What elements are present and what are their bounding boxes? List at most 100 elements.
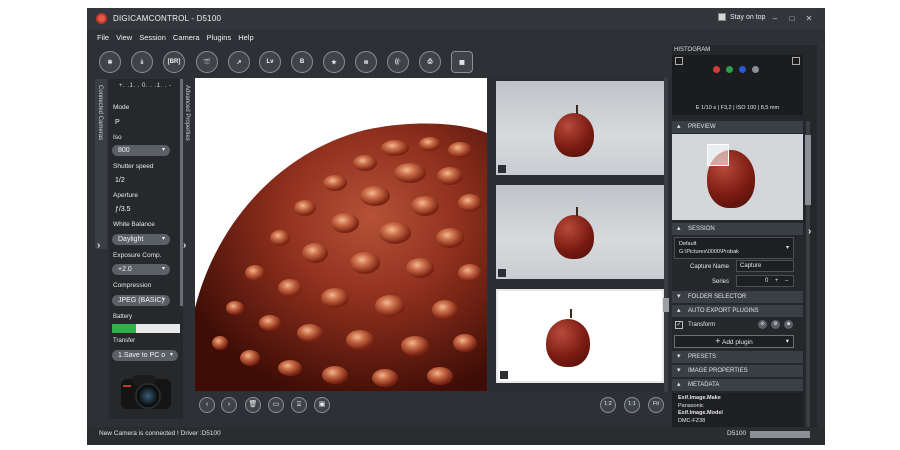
main-image-viewer[interactable] [195, 78, 487, 391]
print-button[interactable]: ⎙ [419, 51, 441, 73]
expand-left-chevron-icon[interactable]: › [97, 240, 100, 251]
status-bar: New Camera is connected ! Driver :D5100 … [87, 427, 825, 445]
bulb-button[interactable]: B [291, 51, 313, 73]
thumbnail-1-checkbox[interactable] [498, 165, 506, 173]
compression-label: Compression [113, 282, 152, 289]
transform-checkbox[interactable]: ✓ [675, 321, 683, 329]
transform-settings-icon[interactable]: ⚙ [771, 320, 780, 329]
stamp-icon[interactable]: ⍓ [291, 397, 307, 413]
bracketing-button[interactable]: [BR] [163, 51, 185, 73]
menu-bar: File View Session Camera Plugins Help [97, 33, 254, 43]
download-button[interactable]: ⤓ [131, 51, 153, 73]
histogram-green-icon[interactable] [726, 66, 733, 73]
image-properties-header[interactable]: IMAGE PROPERTIES [672, 365, 803, 377]
thumbnail-3-checkbox[interactable] [500, 371, 508, 379]
wireless-button[interactable]: ((· [387, 51, 409, 73]
menu-file[interactable]: File [97, 33, 109, 43]
collapse-right-chevron-icon[interactable]: › [808, 226, 811, 237]
histogram-red-icon[interactable] [713, 66, 720, 73]
stay-on-top-checkbox[interactable] [718, 13, 726, 21]
session-dropdown-icon: ▾ [785, 245, 789, 251]
iso-select[interactable]: 800 [112, 145, 170, 156]
compression-select[interactable]: JPEG (BASIC) [112, 295, 170, 306]
favorite-button[interactable]: ★ [323, 51, 345, 73]
thumbnail-scrollbar[interactable] [664, 78, 668, 392]
apple-photo [195, 123, 487, 391]
session-section-header[interactable]: SESSION [672, 223, 803, 235]
liveview-button[interactable]: Lv [259, 51, 281, 73]
layers-button[interactable]: ≋ [355, 51, 377, 73]
histogram-blue-icon[interactable] [739, 66, 746, 73]
series-plus-icon[interactable]: + [775, 276, 779, 286]
minimize-button[interactable]: – [769, 13, 781, 24]
white-balance-select[interactable]: Daylight [112, 234, 170, 245]
menu-camera[interactable]: Camera [173, 33, 200, 43]
movie-button[interactable]: 🎬 [196, 51, 218, 73]
zoom-one-button[interactable]: 1:1 [624, 397, 640, 413]
metadata-header[interactable]: METADATA [672, 379, 803, 391]
right-panel-scroll-thumb[interactable] [805, 135, 811, 205]
add-plugin-dropdown-icon: ▾ [785, 338, 789, 345]
mode-value[interactable]: P [115, 119, 120, 126]
battery-label: Battery [113, 314, 133, 320]
qr-button[interactable]: ▦ [451, 51, 473, 73]
presets-header[interactable]: PRESETS [672, 351, 803, 363]
series-value: 0 [765, 278, 769, 284]
transfer-label: Transfer [113, 338, 136, 344]
preview-section-header[interactable]: PREVIEW [672, 121, 803, 133]
connected-cameras-tab[interactable]: Connected Cameras [95, 79, 107, 249]
preview-zoom-rect[interactable] [707, 144, 729, 166]
transfer-select[interactable]: 1.Save to PC o [112, 350, 178, 361]
folder-selector-header[interactable]: FOLDER SELECTOR [672, 291, 803, 303]
shutter-speed-label: Shutter speed [113, 163, 154, 170]
shutter-speed-value[interactable]: 1/2 [115, 177, 125, 184]
series-minus-icon[interactable]: – [785, 276, 788, 286]
series-stepper[interactable]: 0 + – [736, 275, 794, 287]
next-image-button[interactable]: › [221, 397, 237, 413]
menu-session[interactable]: Session [139, 33, 166, 43]
menu-plugins[interactable]: Plugins [207, 33, 232, 43]
transform-stop-icon[interactable]: ■ [784, 320, 793, 329]
add-plugin-button[interactable]: + Add plugin ▾ [674, 335, 794, 348]
capture-button[interactable]: ✻ [99, 51, 121, 73]
menu-view[interactable]: View [116, 33, 132, 43]
histogram-options-checkbox[interactable] [792, 57, 800, 65]
capture-name-input[interactable]: Capture [736, 260, 794, 272]
app-window: DIGICAMCONTROL - D5100 Stay on top – □ ✕… [87, 8, 825, 445]
battery-bar [112, 324, 180, 333]
maximize-button[interactable]: □ [786, 13, 798, 24]
battery-level-fill [112, 324, 136, 333]
auto-export-header[interactable]: AUTO EXPORT PLUGINS [672, 305, 803, 317]
stay-on-top-toggle[interactable]: Stay on top [718, 13, 765, 21]
image-gallery-icon[interactable]: ▣ [314, 397, 330, 413]
camera-image [121, 371, 171, 413]
edit-button[interactable]: ↗ [228, 51, 250, 73]
white-balance-label: White Balance [113, 221, 155, 228]
zoom-half-button[interactable]: 1:2 [600, 397, 616, 413]
thumbnail-3-selected[interactable] [496, 289, 664, 383]
delete-image-icon[interactable]: 🗑 [245, 397, 261, 413]
advanced-properties-tab[interactable]: Advanced Properties [183, 79, 193, 389]
thumbnail-2[interactable] [496, 185, 664, 279]
menu-help[interactable]: Help [238, 33, 253, 43]
previous-image-button[interactable]: ‹ [199, 397, 215, 413]
close-button[interactable]: ✕ [803, 13, 815, 24]
expand-advanced-chevron-icon[interactable]: › [183, 240, 186, 251]
thumbnail-2-checkbox[interactable] [498, 269, 506, 277]
aperture-value[interactable]: ƒ/3.5 [115, 206, 131, 213]
series-label: Series [712, 279, 730, 285]
viewer-toolbar: ‹ › 🗑 ▭ ⍓ ▣ 1:2 1:1 Fit [195, 395, 671, 417]
thumbnail-1[interactable] [496, 81, 664, 175]
session-select[interactable]: Default G:\Pictures\0000\Probak ▾ [674, 237, 794, 259]
exposure-comp-select[interactable]: +2.0 [112, 264, 170, 275]
thumbnail-strip [488, 78, 672, 392]
open-folder-icon[interactable]: ▭ [268, 397, 284, 413]
window-title: DIGICAMCONTROL - D5100 [113, 14, 222, 23]
histogram-checkbox[interactable] [675, 57, 683, 65]
transform-delete-icon[interactable]: ⊘ [758, 320, 767, 329]
session-default: Default [679, 241, 697, 247]
thumbnail-scroll-thumb[interactable] [663, 298, 669, 312]
add-plugin-plus-icon: + [715, 336, 721, 346]
zoom-fit-button[interactable]: Fit [648, 397, 664, 413]
histogram-luma-icon[interactable] [752, 66, 759, 73]
